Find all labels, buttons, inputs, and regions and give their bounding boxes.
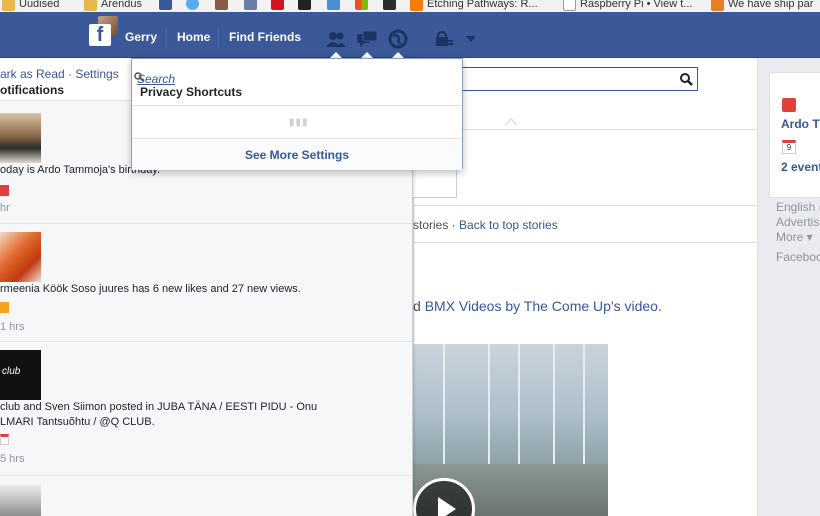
page-link[interactable]: BMX Videos by The Come Up <box>425 298 611 314</box>
bookmarks-bar: Uudised Arendus Etching Pathways: R... R… <box>0 0 820 12</box>
notification-thumbnail: club <box>0 350 41 400</box>
feed-divider <box>413 205 758 206</box>
story-end: . <box>657 298 662 314</box>
language-link[interactable]: English ( <box>776 200 820 214</box>
feed-divider <box>413 242 758 243</box>
bookmark-folder-arendus[interactable]: Arendus <box>84 0 142 12</box>
youtube-icon[interactable] <box>271 0 284 10</box>
search-icon <box>134 72 144 82</box>
chevron-up-icon <box>504 118 518 126</box>
privacy-shortcuts-title: Privacy Shortcuts <box>140 85 243 99</box>
video-player[interactable] <box>413 344 608 516</box>
notifications-header: ark as Read · Settings <box>0 67 119 81</box>
settings-dropdown-icon[interactable] <box>461 28 481 50</box>
privacy-shortcuts-dropdown: Search Privacy Shortcuts ▮▮▮ See More Se… <box>131 58 463 170</box>
bookmark-raspberry[interactable]: Raspberry Pi • View t... <box>563 0 692 12</box>
nav-divider <box>218 28 219 48</box>
windows-icon[interactable] <box>355 0 368 10</box>
friend-requests-icon[interactable] <box>324 28 348 50</box>
composer-box[interactable] <box>413 168 457 198</box>
facebook-copyright: Faceboo <box>776 250 820 264</box>
calendar-icon: 9 <box>782 140 796 154</box>
notification-text: club and Sven Siimon posted in JUBA TÄNA… <box>0 401 318 413</box>
search-icon[interactable] <box>680 73 693 86</box>
bookmark-label: Arendus <box>101 0 142 10</box>
notification-thumbnail <box>0 484 41 516</box>
bookmark-label: We have ship par <box>728 0 814 10</box>
bl-icon[interactable] <box>383 0 396 10</box>
more-link[interactable]: More ▾ <box>776 230 813 244</box>
notifications-title: otifications <box>0 83 65 97</box>
events-link[interactable]: 2 event <box>781 160 820 174</box>
privacy-shortcuts-icon[interactable] <box>432 28 456 50</box>
dropdown-divider <box>132 105 462 106</box>
story-prefix: d <box>413 298 425 314</box>
composer-divider <box>413 129 757 130</box>
bookmark-ship[interactable]: We have ship par <box>711 0 813 12</box>
s-icon[interactable] <box>298 0 311 10</box>
bookmark-label: Raspberry Pi • View t... <box>580 0 693 10</box>
notification-item[interactable]: club club and Sven Siimon posted in JUBA… <box>0 341 412 476</box>
see-more-settings-link[interactable]: See More Settings <box>132 138 462 170</box>
stories-link[interactable]: stories <box>413 218 448 232</box>
folder-icon <box>2 0 15 11</box>
back-to-top-link[interactable]: Back to top stories <box>459 218 558 232</box>
advertising-link[interactable]: Advertis <box>776 215 819 229</box>
bookmark-label: Etching Pathways: R... <box>427 0 538 10</box>
flag-icon <box>0 302 9 313</box>
notification-item[interactable]: rmeenia Köök Soso juures has 6 new likes… <box>0 223 412 342</box>
bookmark-folder-uudised[interactable]: Uudised <box>2 0 59 12</box>
notification-time: hr <box>0 202 10 214</box>
bookmark-etching[interactable]: Etching Pathways: R... <box>410 0 538 12</box>
notification-text: rmeenia Köök Soso juures has 6 new likes… <box>0 283 301 295</box>
home-link[interactable]: Home <box>177 30 210 44</box>
instagram-icon[interactable] <box>215 0 228 10</box>
profile-link[interactable]: Gerry <box>125 30 157 44</box>
club-logo-text: club <box>2 366 21 377</box>
nav-divider <box>166 28 167 48</box>
birthday-link[interactable]: Ardo T <box>781 117 820 131</box>
reminders-card <box>769 72 820 198</box>
loading-indicator: ▮▮▮ <box>289 117 309 128</box>
photo-icon[interactable] <box>327 0 340 10</box>
notifications-globe-icon[interactable] <box>386 28 410 50</box>
facebook-logo[interactable]: f <box>89 24 111 46</box>
notification-text-line2: LMARI Tantsuõhtu / @Q CLUB. <box>0 416 155 428</box>
notification-item[interactable] <box>0 475 412 516</box>
find-friends-link[interactable]: Find Friends <box>229 30 301 44</box>
video-link[interactable]: video <box>625 298 658 314</box>
stories-row: stories · Back to top stories <box>413 218 558 232</box>
story-suffix: 's <box>610 298 625 314</box>
notification-thumbnail <box>0 232 41 282</box>
folder-icon <box>84 0 97 11</box>
notification-time: 5 hrs <box>0 453 25 465</box>
gift-icon <box>782 98 796 112</box>
notification-time: 1 hrs <box>0 321 25 333</box>
cart-icon <box>711 0 724 11</box>
mark-as-read-link[interactable]: ark as Read <box>0 67 65 81</box>
page-icon <box>563 0 576 11</box>
facebook-icon[interactable] <box>159 0 172 10</box>
notification-settings-link[interactable]: Settings <box>75 67 118 81</box>
calendar-icon <box>0 434 9 445</box>
story-headline: d BMX Videos by The Come Up's video. <box>413 298 662 314</box>
twitter-icon[interactable] <box>186 0 199 10</box>
notification-thumbnail <box>0 113 41 163</box>
bookmark-label: Uudised <box>19 0 60 10</box>
messages-icon[interactable] <box>355 28 379 50</box>
gift-icon <box>0 185 9 196</box>
blogger-icon <box>410 0 423 11</box>
top-bar <box>0 12 820 58</box>
n-icon[interactable] <box>244 0 257 10</box>
